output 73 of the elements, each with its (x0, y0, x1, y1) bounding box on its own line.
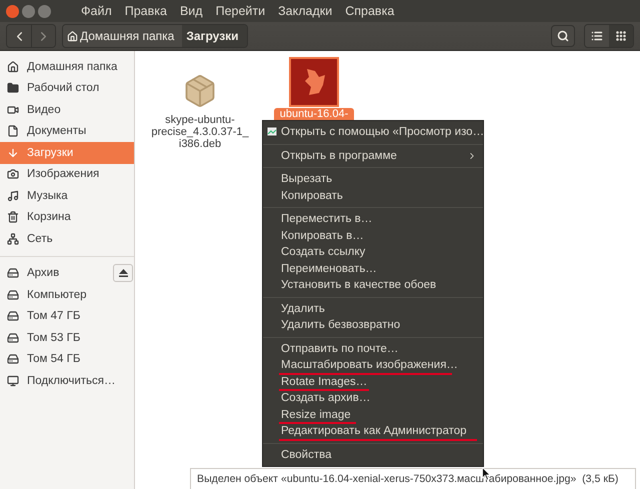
network-icon (7, 232, 19, 245)
folder-icon (7, 82, 19, 94)
sidebar-item[interactable]: Документы (0, 120, 134, 142)
menu-item[interactable]: Отправить по почте… (263, 340, 483, 357)
sidebar-item[interactable]: Рабочий стол (0, 78, 134, 99)
document-icon (7, 125, 19, 138)
forward-button[interactable] (31, 25, 55, 47)
grid-icon (615, 30, 627, 42)
file-name[interactable]: skype-ubuntu- precise_4.3.0.37-1_ i386.deb (151, 114, 249, 150)
menu-item[interactable]: Открыть в программе (263, 148, 483, 164)
menu-item[interactable]: Закладки (278, 4, 332, 18)
menu-item[interactable]: Правка (124, 4, 167, 18)
menu-item[interactable]: Создать ссылку (263, 244, 483, 260)
download-icon (7, 146, 19, 159)
menu-item[interactable]: Переместить в… (263, 211, 483, 228)
drive-icon (7, 332, 19, 344)
home-icon (67, 30, 78, 42)
menu-item[interactable]: Переименовать… (263, 260, 483, 277)
sidebar-item[interactable]: Том 53 ГБ (0, 327, 134, 348)
eject-button[interactable] (113, 264, 133, 282)
drive-icon (7, 353, 19, 366)
sidebar-item[interactable]: Музыка (0, 185, 134, 206)
sidebar-item[interactable]: Изображения (0, 164, 134, 185)
menu-item[interactable]: Копировать в… (263, 228, 483, 244)
sidebar-item[interactable]: Домашняя папка (0, 56, 134, 78)
menu-item[interactable]: Копировать (263, 188, 483, 204)
back-button[interactable] (7, 25, 31, 47)
grid-view-button[interactable] (609, 25, 633, 47)
menu-item[interactable]: Удалить (263, 300, 483, 317)
menu-item[interactable]: Редактировать как Администратор (263, 423, 483, 440)
monitor-icon (7, 374, 19, 387)
music-icon (7, 190, 19, 202)
sidebar-item[interactable]: Видео (0, 99, 134, 120)
breadcrumb[interactable]: Домашняя папка (63, 25, 182, 47)
sidebar-item[interactable]: Компьютер (0, 284, 134, 306)
menu-item[interactable]: Файл (81, 4, 112, 18)
sidebar-item[interactable]: Подключиться… (0, 370, 134, 392)
menu-item[interactable]: Открыть с помощью «Просмотр изо… (263, 124, 483, 140)
drive-icon (7, 310, 19, 322)
sidebar-item[interactable]: Том 54 ГБ (0, 348, 134, 370)
image-viewer-icon (267, 127, 277, 137)
maximize-button[interactable] (38, 4, 51, 18)
menu-item[interactable]: Создать архив… (263, 390, 483, 406)
drive-icon (7, 267, 19, 280)
menu-item[interactable]: Вид (180, 4, 203, 18)
menu-item[interactable]: Resize image (263, 406, 483, 423)
list-view-button[interactable] (585, 25, 609, 47)
menu-item[interactable]: Установить в качестве обоев (263, 277, 483, 294)
sidebar-item[interactable]: Корзина (0, 206, 134, 228)
eject-icon (118, 269, 128, 278)
video-icon (7, 104, 19, 116)
sidebar-item[interactable]: Сеть (0, 228, 134, 250)
home-icon (7, 60, 19, 73)
image-thumbnail[interactable] (289, 57, 339, 107)
breadcrumb[interactable]: Загрузки (182, 25, 247, 47)
menu-item[interactable]: Удалить безвозвратно (263, 317, 483, 334)
camera-icon (7, 168, 19, 180)
menu-item[interactable]: Перейти (216, 4, 266, 18)
sidebar-item[interactable]: Архив (0, 262, 134, 284)
drive-icon (7, 288, 19, 301)
trash-icon (7, 211, 19, 224)
search-icon (557, 30, 569, 42)
status-bar: Выделен объект «ubuntu-16.04-xenial-xerus-750x373.масштабированное.jpg» (3,5 кБ) (190, 468, 636, 489)
minimize-button[interactable] (22, 4, 35, 18)
search-button[interactable] (551, 25, 575, 47)
list-icon (591, 30, 603, 42)
sidebar-item[interactable]: Том 47 ГБ (0, 306, 134, 327)
menu-item[interactable]: Вырезать (263, 171, 483, 188)
menu-item[interactable]: Масштабировать изображения… (263, 357, 483, 374)
close-button[interactable] (6, 4, 19, 18)
menu-item[interactable]: Свойства (263, 446, 483, 463)
menu-item[interactable]: Rotate Images… (263, 374, 483, 390)
menu-item[interactable]: Справка (345, 4, 394, 18)
